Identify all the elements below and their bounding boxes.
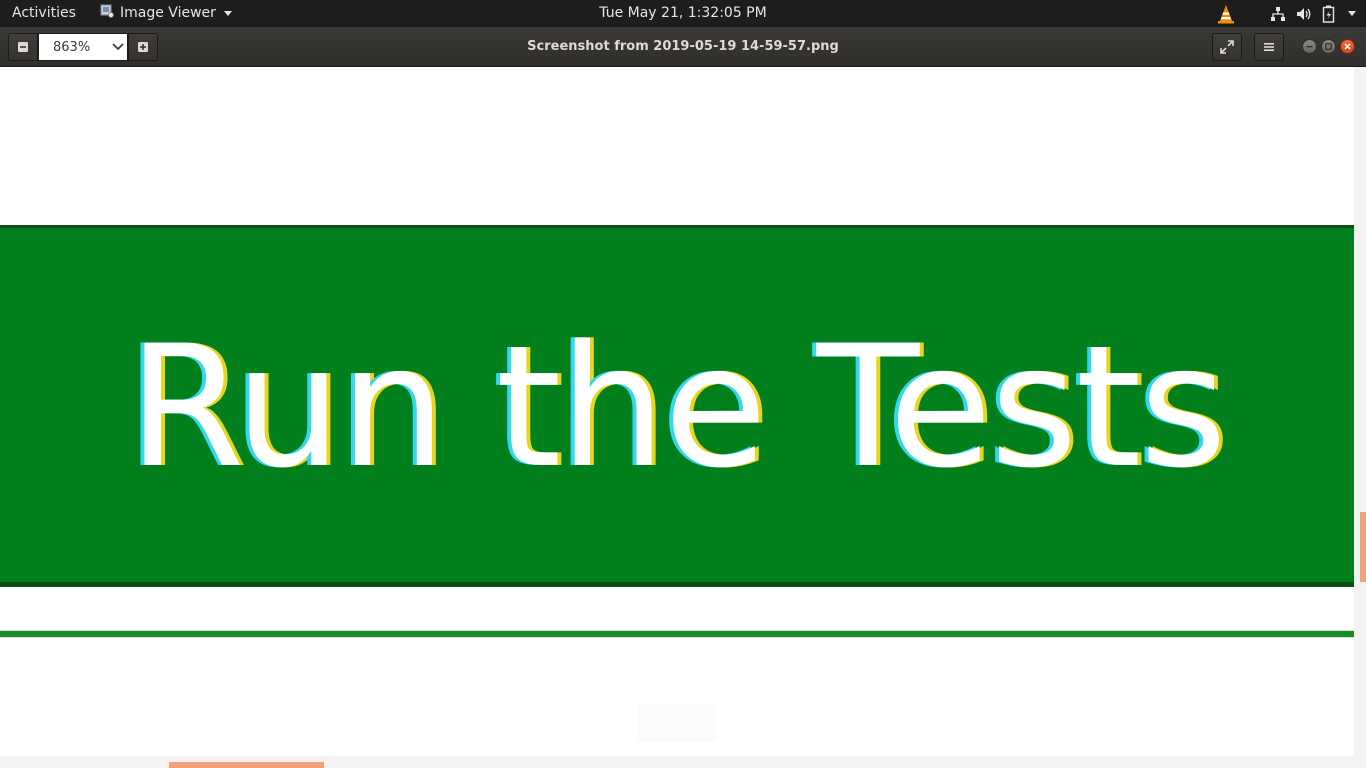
horizontal-scrollbar-thumb[interactable]: [169, 762, 324, 768]
window-title: Screenshot from 2019-05-19 14-59-57.png: [527, 39, 839, 54]
vlc-icon[interactable]: [1216, 4, 1236, 24]
system-top-bar: Activities Image Viewer Tue May 21, 1:32…: [0, 0, 1366, 27]
zoomed-button-text: Run the Tests: [128, 309, 1227, 505]
fullscreen-button[interactable]: [1212, 33, 1242, 61]
zoomed-faint-artifact: [638, 704, 716, 742]
expand-icon: [1220, 40, 1234, 54]
maximize-icon: [1325, 43, 1332, 50]
vertical-scrollbar[interactable]: [1354, 67, 1366, 756]
image-canvas[interactable]: Run the Tests: [0, 67, 1354, 756]
chevron-down-icon[interactable]: [111, 42, 125, 52]
minimize-button[interactable]: [1302, 39, 1317, 54]
volume-icon[interactable]: [1296, 6, 1312, 22]
gear-menu-button[interactable]: [1254, 33, 1284, 61]
close-button[interactable]: [1340, 39, 1355, 54]
battery-icon[interactable]: [1322, 5, 1336, 23]
app-menu-label: Image Viewer: [120, 5, 216, 21]
hamburger-icon: [1264, 43, 1274, 51]
activities-button[interactable]: Activities: [12, 5, 76, 21]
zoom-level-combo[interactable]: 863%: [38, 33, 128, 61]
image-viewer-app-icon: [100, 4, 114, 18]
zoomed-green-underline: [0, 630, 1354, 638]
minus-icon: [18, 42, 28, 52]
app-menu[interactable]: Image Viewer: [100, 4, 232, 21]
window-controls: [1302, 39, 1355, 54]
vertical-scrollbar-thumb[interactable]: [1360, 512, 1366, 582]
system-menu-chevron-icon[interactable]: [1348, 11, 1356, 16]
clock[interactable]: Tue May 21, 1:32:05 PM: [599, 5, 766, 21]
chevron-down-icon: [223, 10, 232, 16]
zoom-in-button[interactable]: [128, 33, 158, 61]
close-icon: [1344, 43, 1351, 50]
minimize-icon: [1306, 46, 1313, 48]
maximize-button[interactable]: [1321, 39, 1336, 54]
viewer-header-bar: 863% Screenshot from 2019-05-19 14-59-57…: [0, 27, 1366, 67]
network-icon[interactable]: [1270, 6, 1286, 22]
zoom-level-value[interactable]: 863%: [53, 40, 103, 55]
plus-icon: [138, 42, 148, 52]
system-tray: [1216, 3, 1356, 24]
zoom-out-button[interactable]: [8, 33, 38, 61]
horizontal-scrollbar[interactable]: [0, 756, 1366, 768]
